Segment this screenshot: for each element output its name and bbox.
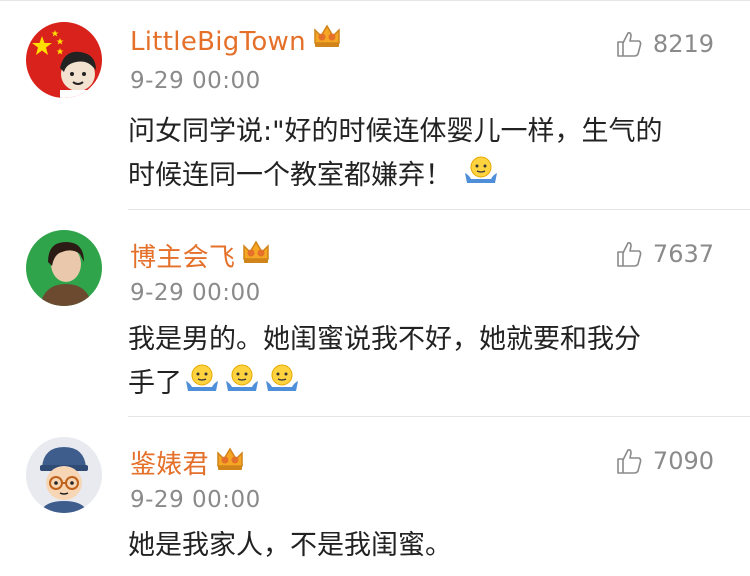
like-button[interactable]: 7090 <box>615 447 714 475</box>
vip-crown-badge-icon <box>241 239 271 272</box>
cartoon-boy-avatar-icon[interactable] <box>26 437 102 513</box>
comment-line: 时候连同一个教室都嫌弃！ <box>128 154 728 199</box>
like-button[interactable]: 7637 <box>615 240 714 268</box>
thumbs-up-icon <box>617 242 642 267</box>
person-photo-avatar-icon[interactable] <box>26 230 102 306</box>
thumbs-up-icon <box>617 449 642 474</box>
shrug-emoji-icon <box>184 363 220 407</box>
timestamp: 9-29 00:00 <box>130 487 261 513</box>
username[interactable]: LittleBigTown <box>130 24 342 57</box>
vip-crown-badge-icon <box>312 23 342 56</box>
comment-line: 手了 <box>128 362 728 407</box>
thumbs-up-icon <box>617 32 642 57</box>
username[interactable]: 鉴婊君 <box>130 444 245 481</box>
shrug-emoji-icon <box>463 155 499 199</box>
comment-text: 问女同学说:"好的时候连体婴儿一样，生气的 时候连同一个教室都嫌弃！ <box>128 110 728 199</box>
comment-line: 她是我家人，不是我闺蜜。 <box>128 530 452 561</box>
timestamp: 9-29 00:00 <box>130 280 261 306</box>
comment-item: 鉴婊君 9-29 00:00 7090 她是我家人，不是我闺蜜。 <box>0 417 750 576</box>
username[interactable]: 博主会飞 <box>130 237 271 274</box>
comment-text: 我是男的。她闺蜜说我不好，她就要和我分 手了 <box>128 318 728 407</box>
comment-line: 我是男的。她闺蜜说我不好，她就要和我分 <box>128 324 641 355</box>
shrug-emoji-icon <box>264 363 300 407</box>
china-flag-avatar-icon[interactable] <box>26 22 102 98</box>
comment-line: 问女同学说:"好的时候连体婴儿一样，生气的 <box>128 116 663 147</box>
shrug-emoji-icon <box>224 363 260 407</box>
like-count: 8219 <box>652 30 714 58</box>
timestamp: 9-29 00:00 <box>130 68 261 94</box>
comment-item: LittleBigTown 9-29 00:00 8219 问女同学说:"好的时… <box>0 0 750 210</box>
like-count: 7090 <box>652 447 714 475</box>
comment-item: 博主会飞 9-29 00:00 7637 我是男的。她闺蜜说我不好，她就要和我分… <box>0 210 750 416</box>
like-count: 7637 <box>652 240 714 268</box>
vip-crown-badge-icon <box>215 446 245 479</box>
comment-text: 她是我家人，不是我闺蜜。 <box>128 524 728 568</box>
like-button[interactable]: 8219 <box>615 30 714 58</box>
